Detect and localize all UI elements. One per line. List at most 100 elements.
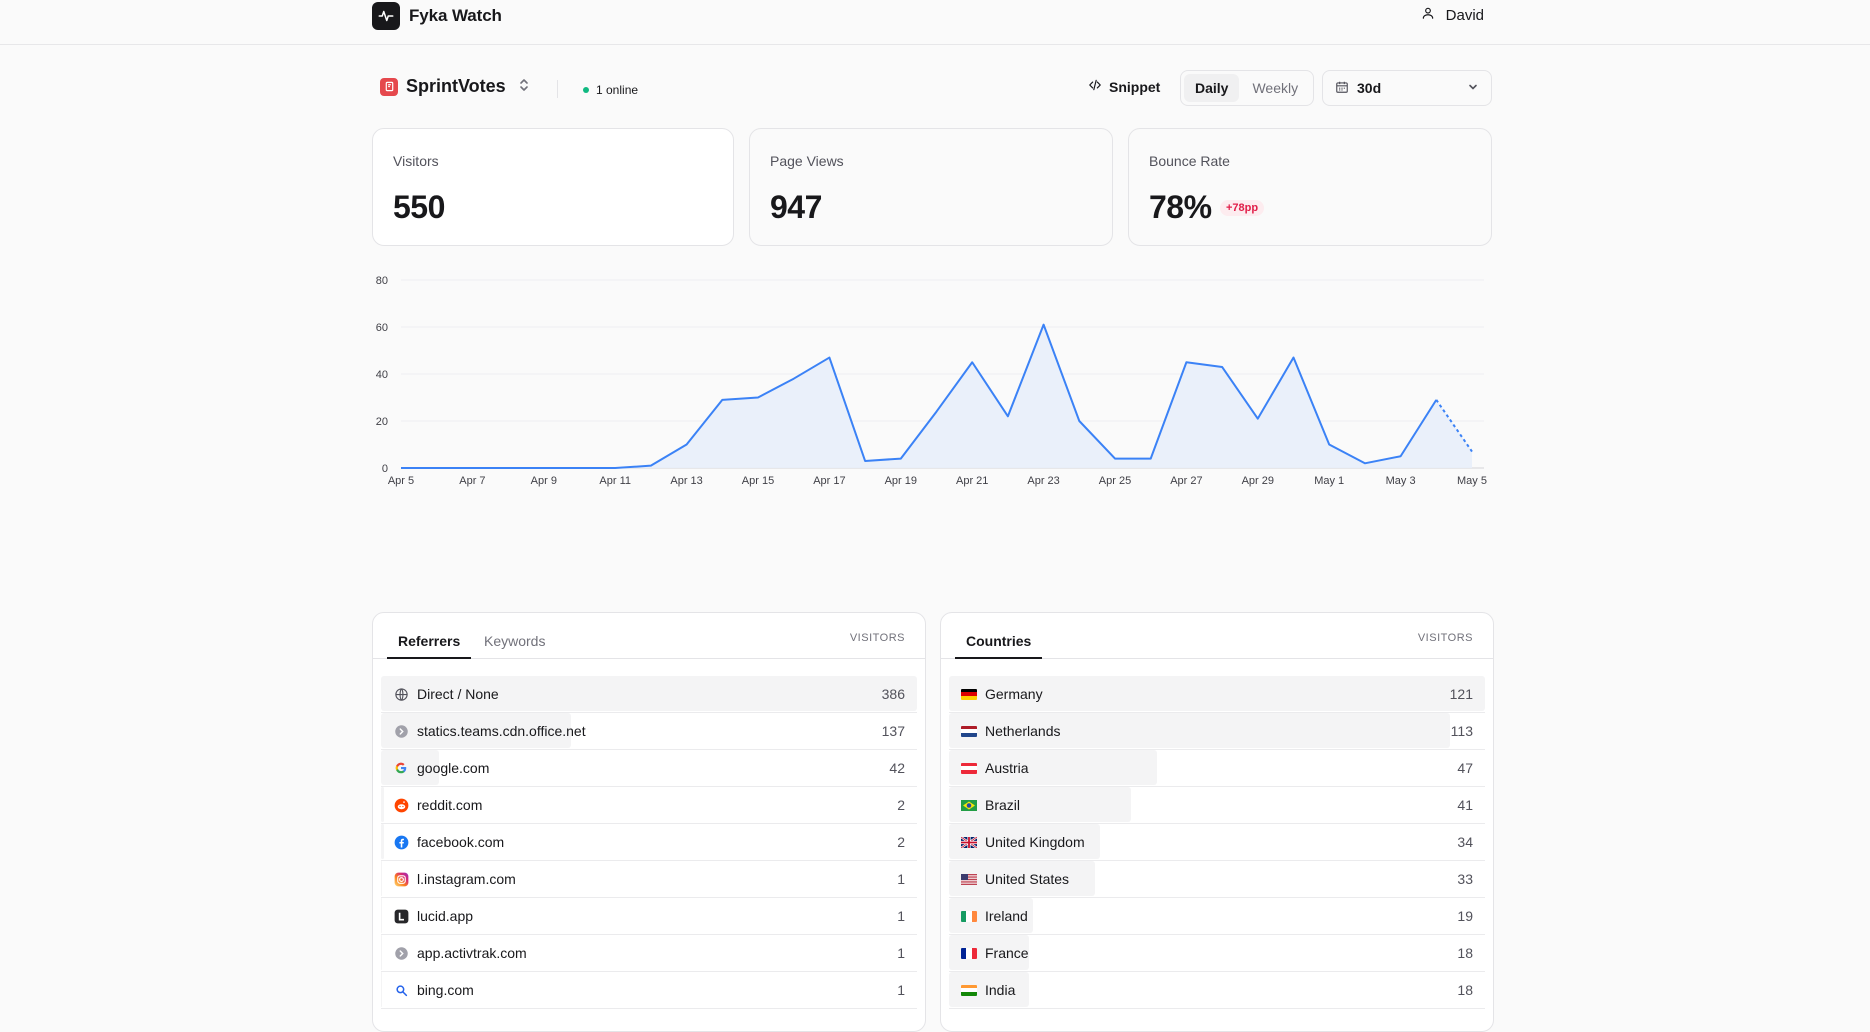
country-row[interactable]: United States 33 [949,861,1485,898]
country-row[interactable]: Brazil 41 [949,787,1485,824]
daily-button[interactable]: Daily [1184,74,1240,102]
x-tick-label: Apr 15 [742,475,774,487]
user-menu[interactable]: David [1421,6,1484,24]
x-tick-label: Apr 9 [531,475,557,487]
visitor-count: 33 [1457,871,1473,887]
x-tick-label: Apr 29 [1242,475,1274,487]
visitors-column-header: VISITORS [849,632,905,644]
referrer-row[interactable]: facebook.com 2 [381,824,917,861]
x-tick-label: Apr 7 [459,475,485,487]
visitor-count: 19 [1457,908,1473,924]
country-row[interactable]: India 18 [949,972,1485,1009]
row-share-bar [381,861,383,896]
user-name: David [1445,6,1484,24]
country-label: United States [985,871,1070,887]
country-row[interactable]: Austria 47 [949,750,1485,787]
weekly-button[interactable]: Weekly [1241,74,1309,102]
online-count: 1 online [596,83,639,97]
user-icon [1421,6,1435,24]
country-label: Austria [985,760,1029,776]
visitors-card[interactable]: Visitors 550 [372,128,734,246]
flag-de-icon [961,686,977,702]
brand[interactable]: Fyka Watch [372,2,502,30]
visitor-count: 113 [1450,723,1473,739]
visitor-count: 47 [1457,760,1473,776]
page-views-value: 947 [770,189,822,225]
visitor-count: 18 [1457,945,1473,961]
bounce-rate-card[interactable]: Bounce Rate 78% +78pp [1128,128,1492,246]
visitor-count: 18 [1457,982,1473,998]
referrer-row[interactable]: bing.com 1 [381,972,917,1009]
visitor-count: 386 [881,686,905,702]
chart-svg: 0 20 40 60 80 Apr 5 Apr 7 Apr 9 Apr 11 Apr 13 Apr … [376,275,1487,487]
tab-keywords[interactable]: Keywords [473,633,556,659]
country-label: United Kingdom [985,834,1085,850]
project-switcher[interactable]: SprintVotes [380,76,530,97]
flag-fr-icon [961,945,977,961]
countries-panel: Countries VISITORS Germany 121 Netherlands… [940,612,1494,1032]
referrers-panel-header: Referrers Keywords VISITORS [373,613,925,659]
x-tick-label: Apr 19 [885,475,917,487]
visitor-count: 2 [897,797,905,813]
lucid-icon [393,908,409,924]
referrer-row[interactable]: Direct / None 386 [381,676,917,713]
referrer-row[interactable]: lucid.app 1 [381,898,917,935]
page-views-card[interactable]: Page Views 947 [749,128,1113,246]
visitor-count: 1 [897,982,905,998]
referrer-row[interactable]: l.instagram.com 1 [381,861,917,898]
visitor-count: 1 [897,945,905,961]
country-row[interactable]: United Kingdom 34 [949,824,1485,861]
project-icon [380,77,398,96]
visitor-count: 41 [1457,797,1473,813]
flag-gb-icon [961,834,977,850]
top-bar: Fyka Watch David [0,0,1870,45]
y-tick-label: 60 [376,322,388,334]
referrer-label: lucid.app [417,908,474,924]
visitors-column-header: VISITORS [1417,632,1473,644]
visitors-chart[interactable]: 0 20 40 60 80 Apr 5 Apr 7 Apr 9 Apr 11 Apr 13 Apr … [372,268,1492,588]
country-label: Germany [985,686,1043,702]
x-tick-label: Apr 27 [1170,475,1202,487]
chevron-circle-icon [393,945,409,961]
facebook-icon [393,834,409,850]
referrer-row[interactable]: statics.teams.cdn.office.net 137 [381,713,917,750]
visitor-count: 42 [889,760,905,776]
globe-icon [393,686,409,702]
reddit-icon [393,797,409,813]
x-tick-label: May 3 [1386,475,1416,487]
date-range-select[interactable]: 30d [1322,70,1492,106]
country-row[interactable]: Ireland 19 [949,898,1485,935]
country-row[interactable]: Germany 121 [949,676,1485,713]
bounce-rate-label: Bounce Rate [1149,153,1230,169]
country-row[interactable]: France 18 [949,935,1485,972]
visitor-count: 1 [897,908,905,924]
flag-nl-icon [961,723,977,739]
y-tick-label: 40 [376,369,388,381]
code-icon [1087,78,1103,95]
project-toolbar: SprintVotes 1 online Snippet Daily Weekl… [372,70,1492,106]
country-label: Ireland [985,908,1028,924]
activity-logo-icon [372,2,400,30]
visitor-count: 2 [897,834,905,850]
flag-in-icon [961,982,977,998]
search-icon [393,982,409,998]
date-range-value: 30d [1357,80,1382,96]
calendar-icon [1335,80,1349,97]
referrers-panel: Referrers Keywords VISITORS Direct / Non… [372,612,926,1032]
flag-ie-icon [961,908,977,924]
visitors-label: Visitors [393,153,439,169]
referrer-row[interactable]: google.com 42 [381,750,917,787]
snippet-button[interactable]: Snippet [1087,78,1160,95]
google-icon [393,760,409,776]
tab-countries[interactable]: Countries [955,633,1043,659]
divider [557,80,558,98]
x-tick-label: May 5 [1457,475,1487,487]
flag-br-icon [961,797,977,813]
tab-referrers[interactable]: Referrers [387,633,472,659]
referrer-row[interactable]: reddit.com 2 [381,787,917,824]
country-row[interactable]: Netherlands 113 [949,713,1485,750]
online-dot-icon [583,87,589,93]
referrer-label: l.instagram.com [417,871,516,887]
country-label: France [985,945,1029,961]
referrer-row[interactable]: app.activtrak.com 1 [381,935,917,972]
